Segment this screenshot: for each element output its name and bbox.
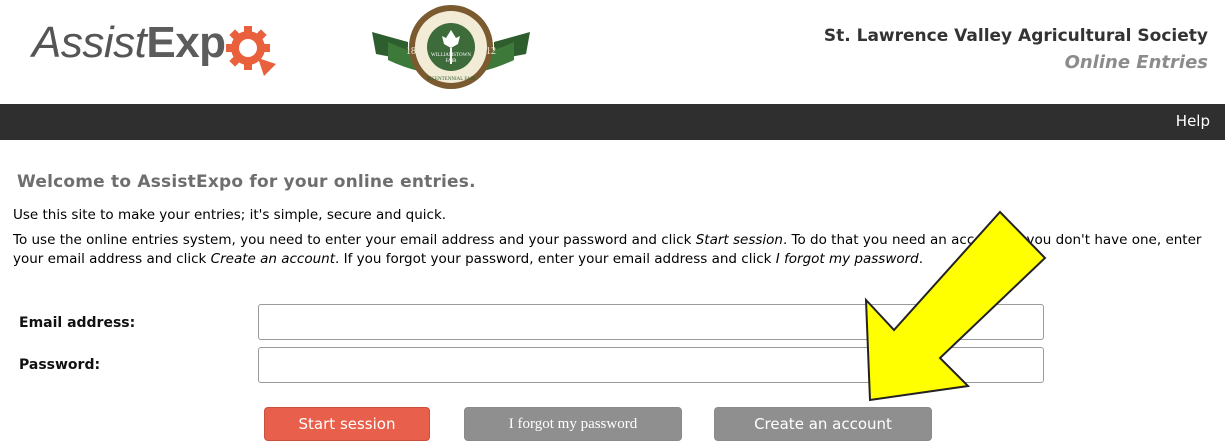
instructions-text: To use the online entries system, you ne… xyxy=(13,231,1218,269)
top-navigation-bar: Help xyxy=(0,104,1225,140)
fair-logo-name: WILLIAMSTOWN xyxy=(431,53,471,58)
page-header: AssistExp 18 12 WILLIAMSTOWN FAIR BICENT… xyxy=(0,0,1225,104)
email-label: Email address: xyxy=(19,315,136,331)
society-name: St. Lawrence Valley Agricultural Society xyxy=(823,26,1208,46)
logo-gear-icon xyxy=(226,26,276,76)
logo-expo-text: Exp xyxy=(146,18,226,67)
fair-logo-fair: FAIR xyxy=(445,59,457,64)
start-session-button[interactable]: Start session xyxy=(264,407,430,441)
password-field[interactable] xyxy=(258,347,1044,383)
help-link[interactable]: Help xyxy=(1176,112,1210,130)
create-account-button[interactable]: Create an account xyxy=(714,407,932,441)
instructions-part-4: . xyxy=(918,251,924,267)
welcome-heading: Welcome to AssistExpo for your online en… xyxy=(17,172,476,192)
instructions-forgot-ref: I forgot my password xyxy=(775,251,919,267)
fair-logo-bicentennial: BICENTENNIAL FAIR xyxy=(427,77,476,82)
forgot-password-button[interactable]: I forgot my password xyxy=(464,407,682,441)
logo-assist-text: Assist xyxy=(32,18,147,67)
fair-year-right: 12 xyxy=(486,46,496,57)
williamstown-fair-logo: 18 12 WILLIAMSTOWN FAIR BICENTENNIAL FAI… xyxy=(372,5,530,89)
email-field[interactable] xyxy=(258,304,1044,340)
fair-year-left: 18 xyxy=(406,46,416,57)
assistexpo-logo[interactable]: AssistExp xyxy=(32,18,226,68)
intro-text: Use this site to make your entries; it's… xyxy=(13,207,447,223)
instructions-create-ref: Create an account xyxy=(210,251,336,267)
instructions-start-ref: Start session xyxy=(695,232,783,248)
instructions-part-1: To use the online entries system, you ne… xyxy=(13,232,696,248)
page-subtitle: Online Entries xyxy=(1064,52,1208,73)
password-label: Password: xyxy=(19,357,101,373)
instructions-part-3: . If you forgot your password, enter you… xyxy=(335,251,776,267)
